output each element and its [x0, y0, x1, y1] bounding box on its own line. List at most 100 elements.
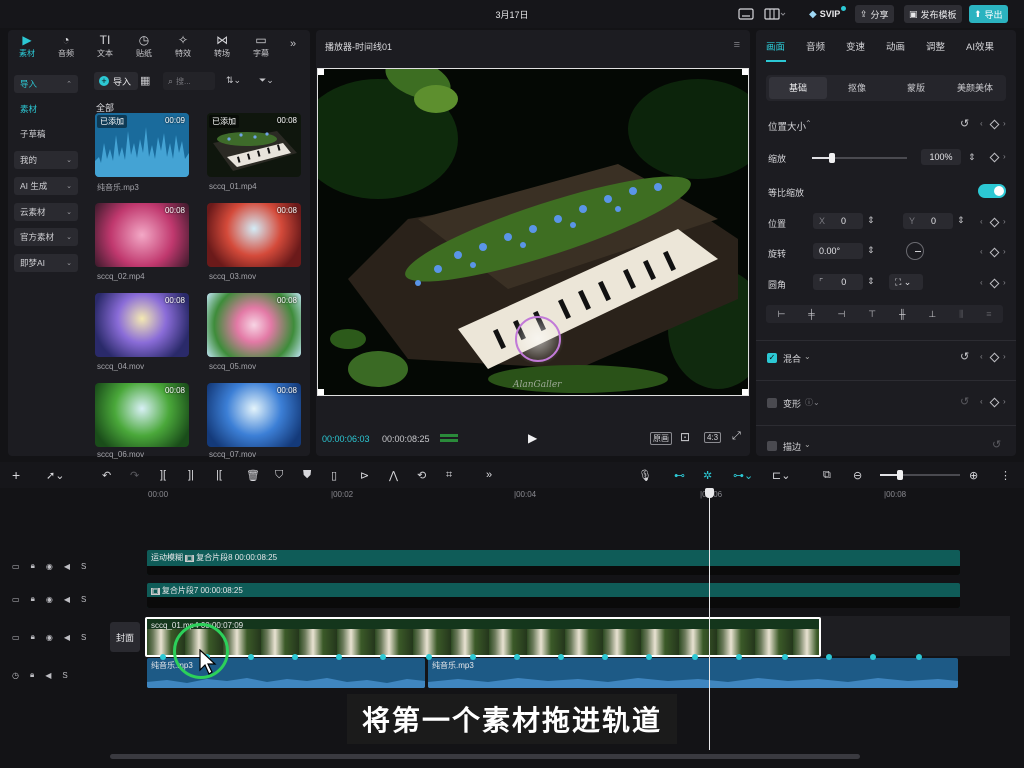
prev-keyframe-icon[interactable]: ‹: [980, 217, 983, 226]
align-top-icon[interactable]: ⊤: [868, 309, 876, 320]
fullscreen-icon[interactable]: ⤢: [732, 430, 741, 443]
tab-sticker[interactable]: ◷ 贴纸: [125, 30, 163, 60]
stepper-icon[interactable]: ⇕: [867, 215, 875, 226]
layout-icon[interactable]: [762, 6, 788, 22]
solo-icon[interactable]: S: [81, 633, 86, 642]
category-ai-generate[interactable]: AI 生成 ⌄: [14, 177, 78, 195]
zoom-slider-thumb[interactable]: [897, 470, 903, 480]
crop-icon[interactable]: ⌗: [446, 468, 452, 482]
select-cursor-icon[interactable]: ➚⌄: [46, 468, 64, 482]
mute-icon[interactable]: ◀︎: [64, 595, 70, 604]
prev-keyframe-icon[interactable]: ‹: [980, 278, 983, 287]
stepper-icon[interactable]: ⇕: [867, 276, 875, 287]
keyframe-icon[interactable]: [989, 397, 1000, 408]
reverse-icon[interactable]: ⊳: [360, 468, 369, 482]
split-left-icon[interactable]: ]|: [188, 468, 194, 482]
microphone-icon[interactable]: 🎙: [638, 468, 652, 482]
media-thumb-sccq02[interactable]: 00:08: [95, 203, 189, 267]
resize-handle[interactable]: [742, 69, 748, 75]
eye-icon[interactable]: ◉: [46, 562, 53, 571]
add-track-icon[interactable]: +: [12, 467, 20, 483]
next-keyframe-icon[interactable]: ›: [1003, 278, 1006, 287]
stroke-checkbox[interactable]: [767, 441, 777, 451]
next-keyframe-icon[interactable]: ›: [1003, 152, 1006, 161]
keyframe-icon[interactable]: [989, 247, 1000, 258]
timeline-clip-blur[interactable]: 运动模糊 ▣ 复合片段8 00:00:08:25: [147, 550, 960, 575]
solo-icon[interactable]: S: [81, 562, 86, 571]
rotate-icon[interactable]: ⟲: [417, 468, 426, 482]
align-right-icon[interactable]: ⊣: [838, 309, 846, 320]
tab-picture[interactable]: 画面: [766, 39, 785, 53]
chevron-up-icon[interactable]: ⌃: [805, 119, 812, 128]
zoom-out-icon[interactable]: ⊖: [853, 468, 862, 482]
zoom-in-icon[interactable]: ⊕: [969, 468, 978, 482]
lock-icon[interactable]: 🔒︎: [30, 670, 34, 680]
align-bottom-icon[interactable]: ⊥: [928, 309, 936, 320]
auto-snap-icon[interactable]: ✲: [703, 468, 712, 482]
resize-handle[interactable]: [318, 389, 324, 395]
solo-icon[interactable]: S: [62, 671, 67, 680]
tab-audio-props[interactable]: 音频: [806, 39, 825, 53]
corner-radius-input[interactable]: ⌜ 0: [813, 274, 863, 290]
delete-icon[interactable]: 🗑: [246, 468, 260, 482]
more-tools-icon[interactable]: »: [486, 468, 492, 482]
zoom-slider[interactable]: [880, 470, 960, 480]
tab-media[interactable]: ▶ 素材: [8, 30, 46, 60]
resize-handle[interactable]: [742, 389, 748, 395]
subtab-basic[interactable]: 基础: [769, 77, 827, 99]
stepper-icon[interactable]: ⇕: [968, 152, 976, 163]
cover-button[interactable]: 封面: [110, 622, 140, 652]
reset-icon[interactable]: ↺: [960, 395, 969, 408]
redo-icon[interactable]: ↷: [130, 468, 139, 482]
eye-icon[interactable]: ◉: [46, 633, 53, 642]
tab-adjust[interactable]: 调整: [926, 39, 945, 53]
position-x-input[interactable]: X0: [813, 213, 863, 229]
media-thumb-audio[interactable]: 已添加 00:09: [95, 113, 189, 177]
next-keyframe-icon[interactable]: ›: [1003, 217, 1006, 226]
distribute-v-icon[interactable]: ≡: [986, 309, 991, 319]
category-material[interactable]: 素材: [14, 100, 78, 118]
filter-icon[interactable]: ⏷⌄: [259, 75, 274, 86]
marker-icon[interactable]: ⛉: [275, 468, 283, 482]
keyframe-icon[interactable]: [989, 278, 1000, 289]
scale-input[interactable]: 100%: [921, 149, 961, 165]
transform-checkbox[interactable]: [767, 398, 777, 408]
mirror-icon[interactable]: ⋀: [389, 468, 398, 482]
tab-ai-effects[interactable]: AI效果: [966, 39, 994, 53]
timeline-scrollbar[interactable]: [110, 754, 860, 759]
category-official[interactable]: 官方素材 ⌄: [14, 228, 78, 246]
reset-icon[interactable]: ↺: [960, 350, 969, 363]
tab-subtitle[interactable]: ▭ 字幕: [242, 30, 280, 60]
next-keyframe-icon[interactable]: ›: [1003, 397, 1006, 406]
undo-icon[interactable]: ↶: [102, 468, 111, 482]
freeze-icon[interactable]: ▯: [331, 468, 337, 482]
split-right-icon[interactable]: |[: [216, 468, 222, 482]
export-button[interactable]: ⬆ 导出: [969, 5, 1008, 23]
play-icon[interactable]: ▶: [528, 431, 537, 445]
media-thumb-sccq07[interactable]: 00:08: [207, 383, 301, 447]
keyboard-icon[interactable]: [737, 6, 755, 22]
timeline-clip-compound[interactable]: ▣ 复合片段7 00:00:08:25: [147, 583, 960, 608]
mute-icon[interactable]: ◀︎: [64, 633, 70, 642]
preview-axis-icon[interactable]: ⊏⌄: [772, 468, 790, 482]
import-button[interactable]: + 导入: [94, 72, 138, 90]
timeline-clip-audio-b[interactable]: 纯音乐.mp3: [428, 658, 958, 688]
lock-icon[interactable]: 🔒︎: [31, 594, 35, 604]
next-keyframe-icon[interactable]: ›: [1003, 352, 1006, 361]
qr-icon[interactable]: ▦: [140, 74, 150, 87]
stepper-icon[interactable]: ⇕: [957, 215, 965, 226]
video-preview[interactable]: AlanGaller: [317, 68, 749, 396]
corner-style-select[interactable]: ⛶ ⌄: [889, 274, 923, 290]
media-thumb-sccq01[interactable]: 已添加 00:08: [207, 113, 301, 177]
category-cloud[interactable]: 云素材 ⌄: [14, 203, 78, 221]
more-options-icon[interactable]: ⋮: [1000, 468, 1011, 482]
publish-template-button[interactable]: ▣ 发布模板: [904, 5, 962, 23]
menu-icon[interactable]: ≡: [734, 39, 740, 51]
position-y-input[interactable]: Y0: [903, 213, 953, 229]
next-keyframe-icon[interactable]: ›: [1003, 247, 1006, 256]
reset-icon[interactable]: ↺: [992, 438, 1001, 451]
prev-keyframe-icon[interactable]: ‹: [980, 119, 983, 128]
reset-icon[interactable]: ↺: [960, 117, 969, 130]
align-center-h-icon[interactable]: ╪: [808, 309, 814, 319]
tab-text[interactable]: TI 文本: [86, 30, 124, 60]
